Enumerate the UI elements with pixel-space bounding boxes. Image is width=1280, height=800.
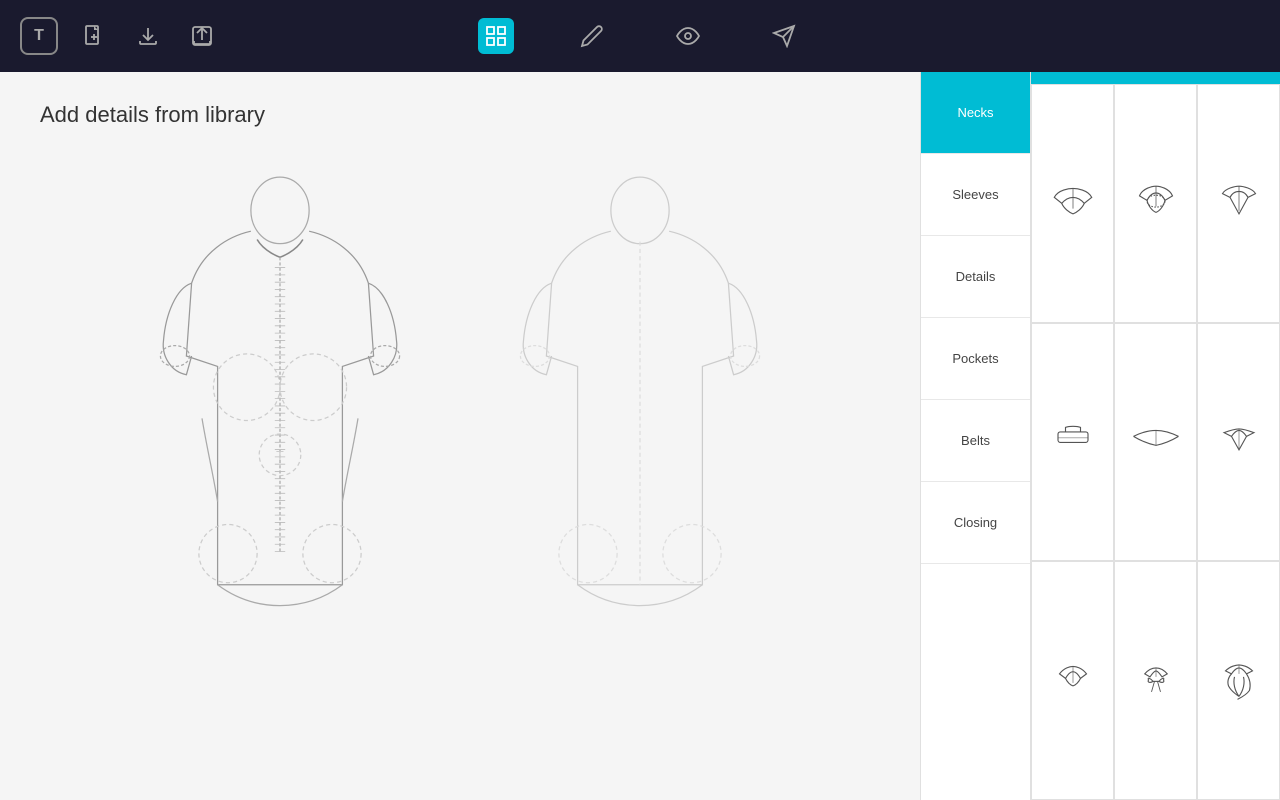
toolbar-center [478, 18, 802, 54]
import-button[interactable] [130, 18, 166, 54]
category-belts[interactable]: Belts [921, 400, 1030, 482]
logo-text: T [34, 27, 44, 45]
collar-icon-9 [1209, 656, 1269, 706]
collar-icon-8 [1126, 656, 1186, 706]
category-necks-label: Necks [957, 105, 993, 120]
category-closing-label: Closing [954, 515, 997, 530]
new-file-button[interactable] [76, 18, 112, 54]
collar-item-8[interactable] [1114, 561, 1197, 800]
import-icon [136, 24, 160, 48]
export-button[interactable] [184, 18, 220, 54]
collar-item-5[interactable] [1114, 323, 1197, 562]
collar-icon-1 [1043, 178, 1103, 228]
collar-icon-5 [1126, 417, 1186, 467]
collar-icon-3 [1209, 178, 1269, 228]
grid-icon [484, 24, 508, 48]
category-belts-label: Belts [961, 433, 990, 448]
category-sleeves[interactable]: Sleeves [921, 154, 1030, 236]
category-sidebar: Necks Sleeves Details Pockets Belts Clos… [921, 72, 1031, 800]
library-tool-button[interactable] [478, 18, 514, 54]
collar-item-4[interactable] [1031, 323, 1114, 562]
collar-item-9[interactable] [1197, 561, 1280, 800]
preview-tool-button[interactable] [670, 18, 706, 54]
category-necks[interactable]: Necks [921, 72, 1030, 154]
garment-front: T [130, 148, 430, 668]
category-details[interactable]: Details [921, 236, 1030, 318]
category-pockets[interactable]: Pockets [921, 318, 1030, 400]
collar-icon-2 [1126, 178, 1186, 228]
edit-tool-button[interactable] [574, 18, 610, 54]
collar-item-3[interactable] [1197, 84, 1280, 323]
category-sleeves-label: Sleeves [952, 187, 998, 202]
toolbar: T [0, 0, 1280, 72]
collar-icon-6 [1209, 417, 1269, 467]
send-icon [772, 24, 796, 48]
category-closing[interactable]: Closing [921, 482, 1030, 564]
garment-back-svg [490, 148, 790, 668]
share-tool-button[interactable] [766, 18, 802, 54]
garment-front-svg: T [130, 148, 430, 668]
items-grid [1031, 84, 1280, 800]
eye-icon [676, 24, 700, 48]
garment-container: T [40, 148, 880, 668]
category-details-label: Details [956, 269, 996, 284]
collar-item-6[interactable] [1197, 323, 1280, 562]
collar-item-2[interactable] [1114, 84, 1197, 323]
collar-icon-7 [1043, 656, 1103, 706]
page-title: Add details from library [40, 102, 880, 128]
collar-item-1[interactable] [1031, 84, 1114, 323]
items-grid-area [1031, 72, 1280, 800]
logo-icon[interactable]: T [20, 17, 58, 55]
export-icon [190, 24, 214, 48]
top-accent [1031, 72, 1280, 84]
collar-icon-4 [1043, 417, 1103, 467]
right-panel: Necks Sleeves Details Pockets Belts Clos… [920, 72, 1280, 800]
svg-text:T: T [276, 449, 284, 463]
pencil-icon [580, 24, 604, 48]
canvas-area: Add details from library [0, 72, 920, 800]
garment-back [490, 148, 790, 668]
collar-item-7[interactable] [1031, 561, 1114, 800]
category-pockets-label: Pockets [952, 351, 998, 366]
new-file-icon [82, 24, 106, 48]
main-content: Add details from library [0, 72, 1280, 800]
toolbar-left: T [20, 17, 220, 55]
